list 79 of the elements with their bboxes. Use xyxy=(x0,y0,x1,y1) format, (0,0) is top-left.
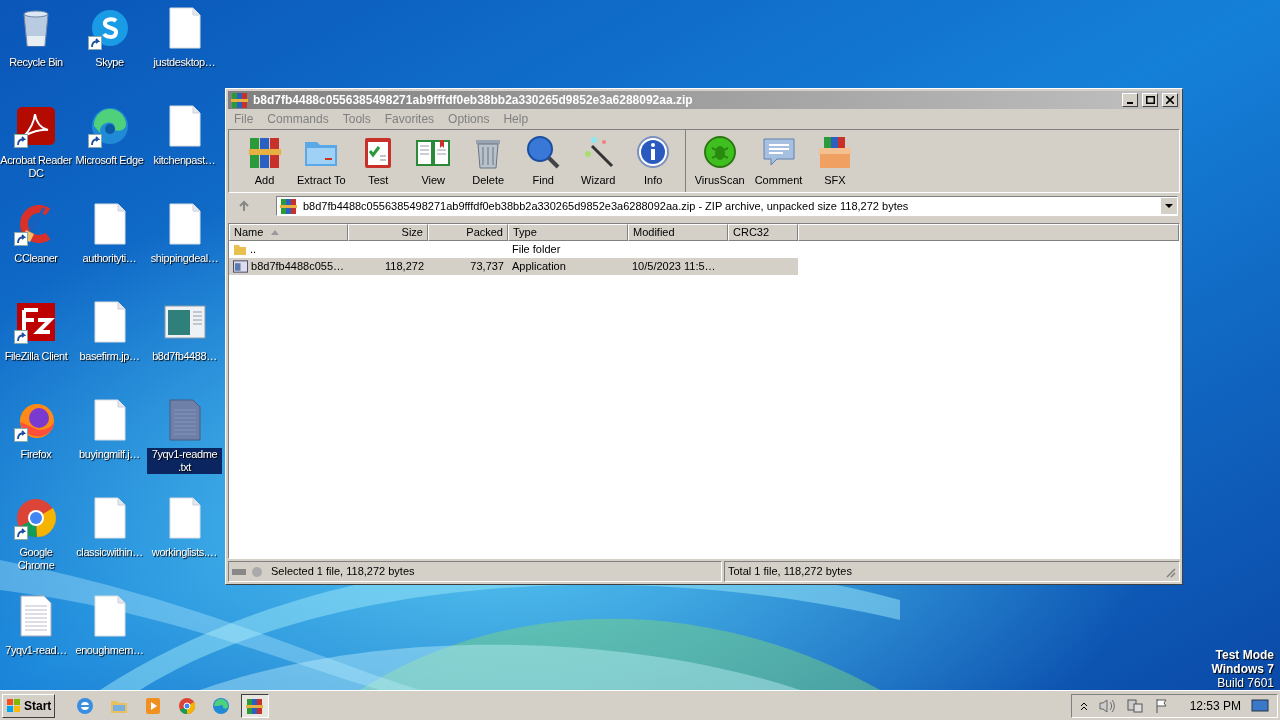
close-button[interactable] xyxy=(1162,93,1178,107)
toolbar-button[interactable]: Delete xyxy=(460,130,516,192)
table-cell-text: Application xyxy=(512,259,566,275)
desktop-icon-label[interactable]: Microsoft Edge xyxy=(75,154,144,167)
table-cell-text: File folder xyxy=(512,242,561,258)
toolbar-button[interactable]: Find xyxy=(515,130,571,192)
chrome-circle-icon xyxy=(177,695,198,716)
file-row[interactable]: .. File folder xyxy=(229,241,798,258)
ftp-app-icon xyxy=(14,300,58,344)
maximize-icon xyxy=(1145,96,1155,104)
taskbar-button[interactable] xyxy=(241,693,270,718)
toolbar-button[interactable]: Wizard xyxy=(570,130,626,192)
desktop-icon-label[interactable]: buyingmilf.j… xyxy=(79,448,140,461)
maximize-button[interactable] xyxy=(1142,93,1158,107)
chevron-up-icon[interactable] xyxy=(1079,700,1088,711)
toolbar-button[interactable]: Info xyxy=(625,130,681,192)
windows-flag-icon xyxy=(6,697,22,714)
file-row[interactable]: b8d7fb4488c055… 118,272 73,737 Application 10/5/2023 11:5… xyxy=(229,258,798,275)
column-header[interactable]: Type xyxy=(508,224,628,241)
column-header[interactable]: Packed xyxy=(428,224,508,241)
address-field[interactable]: b8d7fb4488c0556385498271ab9fffdf0eb38bb2a330265d9852e3a6288092aa.zip - ZIP archive, unpacked size 118,272 bytes xyxy=(276,196,1178,216)
table-cell-text: 118,272 xyxy=(385,259,424,275)
desktop-icon-label[interactable]: CCleaner xyxy=(14,252,58,265)
show-desktop-icon[interactable] xyxy=(1251,698,1269,713)
column-header[interactable]: CRC32 xyxy=(728,224,798,241)
books-icon xyxy=(230,90,250,110)
flag-icon[interactable] xyxy=(1153,697,1170,714)
globe-e-icon xyxy=(75,695,96,716)
desktop-icon-label[interactable]: Recycle Bin xyxy=(9,56,63,69)
magnifier-icon xyxy=(525,133,562,170)
close-icon xyxy=(1166,96,1174,104)
desktop-icon-label[interactable]: shippingdeal… xyxy=(150,252,219,265)
desktop-icon-label[interactable]: Google Chrome xyxy=(0,546,72,572)
resize-grip-icon[interactable] xyxy=(1164,565,1176,578)
chrome-circle-icon xyxy=(14,496,58,540)
desktop-icon-label[interactable]: authorityti… xyxy=(82,252,137,265)
folder-icon xyxy=(233,243,247,256)
info-icon xyxy=(635,133,672,170)
status-text: Total 1 file, 118,272 bytes xyxy=(728,564,853,580)
edge-swirl-icon xyxy=(211,695,232,716)
toolbar-button[interactable]: SFX xyxy=(807,130,863,192)
desktop-icon-label[interactable]: FileZilla Client xyxy=(4,350,68,363)
column-header[interactable]: Modified xyxy=(628,224,728,241)
table-cell-text: b8d7fb4488c055… xyxy=(251,259,344,275)
desktop-icon-label[interactable]: basefirm.jp… xyxy=(79,350,140,363)
toolbar-button[interactable]: View xyxy=(405,130,461,192)
column-header[interactable]: Size xyxy=(348,224,428,241)
minimize-button[interactable] xyxy=(1122,93,1138,107)
os-notice-text: Build 7601 xyxy=(1217,676,1274,690)
desktop-icon-label[interactable]: Skype xyxy=(95,56,124,69)
desktop-icon-label[interactable]: enoughmem… xyxy=(75,644,144,657)
desktop-icon-label[interactable]: justdesktop… xyxy=(153,56,216,69)
window-title: b8d7fb4488c0556385498271ab9fffdf0eb38bb2a330265d9852e3a6288092aa.zip xyxy=(253,92,694,109)
column-header[interactable]: Name xyxy=(229,224,348,241)
speaker-icon[interactable] xyxy=(1097,697,1116,714)
pdf-reader-icon xyxy=(14,104,58,148)
status-text: Selected 1 file, 118,272 bytes xyxy=(271,564,415,580)
desktop-icon-label[interactable]: 7yqv1-readme .txt xyxy=(147,448,222,474)
network-icon[interactable] xyxy=(1125,697,1144,714)
desktop-icon-label[interactable]: Firefox xyxy=(20,448,52,461)
table-cell-text: 73,737 xyxy=(470,259,504,275)
desktop-icon-label[interactable]: kitchenpast… xyxy=(153,154,216,167)
toolbar-button[interactable]: VirusScan xyxy=(689,130,750,192)
app-window-icon xyxy=(233,260,249,273)
toolbar-button[interactable]: Extract To xyxy=(292,130,351,192)
table-cell-text: 10/5/2023 11:5… xyxy=(632,259,716,275)
desktop-icon-label[interactable]: 7yqv1-read… xyxy=(5,644,67,657)
os-notice-text: Windows 7 xyxy=(1211,662,1274,676)
clock-text[interactable]: 12:53 PM xyxy=(1189,696,1241,715)
books-icon xyxy=(279,196,299,216)
start-button[interactable]: Start xyxy=(2,693,56,718)
table-cell-text: .. xyxy=(250,242,257,258)
desktop-icon-label[interactable]: Acrobat Reader DC xyxy=(0,154,72,180)
minimize-icon xyxy=(1127,102,1133,104)
os-notice-text: Test Mode xyxy=(1215,648,1274,662)
toolbar-button[interactable]: Test xyxy=(350,130,406,192)
desktop-icon-label[interactable]: b8d7fb4488… xyxy=(152,350,217,363)
toolbar-button[interactable]: Add xyxy=(237,130,292,192)
toolbar-button[interactable]: Comment xyxy=(749,130,808,192)
